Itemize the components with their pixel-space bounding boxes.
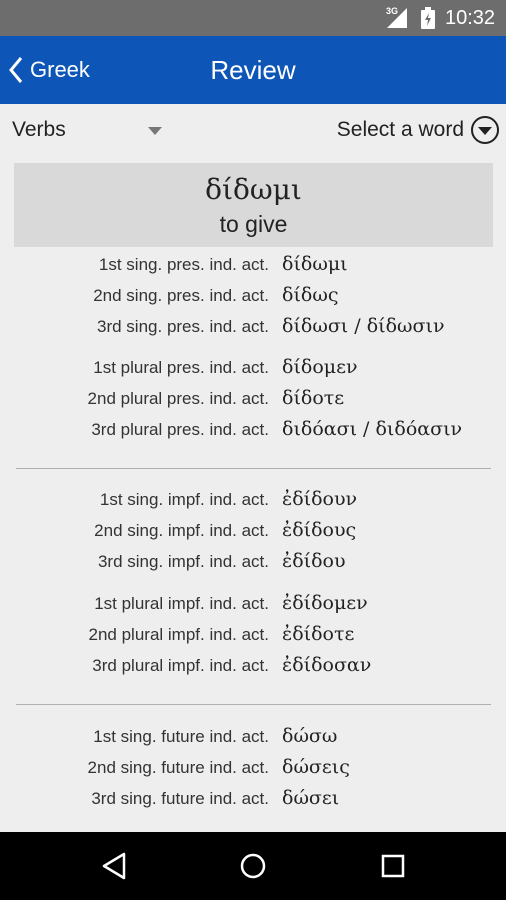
greek-form: δίδωσι / δίδωσιν	[282, 315, 445, 337]
parsing-label: 1st plural impf. ind. act.	[94, 594, 269, 613]
dropdown-arrow-icon	[148, 127, 162, 135]
clock: 10:32	[445, 7, 496, 29]
greek-form: δώσω	[282, 725, 338, 747]
word-selector-label: Select a word	[336, 118, 464, 141]
back-label: Greek	[30, 57, 90, 82]
lemma-english: to give	[219, 211, 288, 237]
recents-nav-icon[interactable]	[373, 846, 413, 886]
paradigm-list[interactable]: 1st sing. pres. ind. act. δίδωμι 2nd sin…	[0, 250, 506, 832]
paradigm-row: 1st plural pres. ind. act. δίδομεν	[0, 353, 506, 383]
parsing-label: 2nd plural pres. ind. act.	[87, 389, 269, 408]
paradigm-row: 2nd sing. pres. ind. act. δίδως	[0, 281, 506, 311]
greek-form: ἐδίδουν	[282, 488, 358, 510]
greek-form: διδόασι / διδόασιν	[282, 418, 463, 440]
paradigm-row: 3rd sing. impf. ind. act. ἐδίδου	[0, 547, 506, 577]
greek-form: δώσεις	[282, 756, 350, 778]
app-bar: Greek Review	[0, 36, 506, 104]
chevron-down-circle-icon	[471, 116, 499, 144]
greek-form: δίδωμι	[282, 253, 348, 275]
greek-form: δίδως	[282, 284, 339, 306]
greek-form: ἐδίδους	[282, 519, 357, 541]
parsing-label: 1st sing. impf. ind. act.	[99, 490, 269, 509]
greek-form: ἐδίδοτε	[282, 623, 355, 645]
parsing-label: 3rd sing. pres. ind. act.	[97, 317, 269, 336]
greek-form: ἐδίδου	[282, 550, 346, 572]
parsing-label: 1st plural pres. ind. act.	[93, 358, 269, 377]
parsing-label: 3rd plural impf. ind. act.	[92, 656, 269, 675]
paradigm-row: 3rd plural pres. ind. act. διδόασι / διδ…	[0, 415, 506, 445]
paradigm-row: 3rd plural impf. ind. act. ἐδίδοσαν	[0, 651, 506, 681]
home-nav-icon[interactable]	[233, 846, 273, 886]
paradigm-row: 2nd plural impf. ind. act. ἐδίδοτε	[0, 620, 506, 650]
back-button[interactable]: Greek	[0, 36, 110, 104]
parsing-label: 3rd sing. future ind. act.	[91, 789, 269, 808]
greek-form: δίδοτε	[282, 387, 345, 409]
system-nav-bar	[0, 832, 506, 900]
paradigm-row: 1st plural impf. ind. act. ἐδίδομεν	[0, 589, 506, 619]
parsing-label: 1st sing. future ind. act.	[93, 727, 269, 746]
battery-icon	[421, 7, 435, 29]
lemma-greek: δίδωμι	[205, 173, 302, 206]
section-divider	[16, 704, 491, 705]
word-selector[interactable]: Select a word	[337, 112, 500, 148]
greek-form: ἐδίδομεν	[282, 592, 368, 614]
section-divider	[16, 468, 491, 469]
paradigm-row: 2nd plural pres. ind. act. δίδοτε	[0, 384, 506, 414]
greek-form: ἐδίδοσαν	[282, 654, 372, 676]
paradigm-row: 1st sing. impf. ind. act. ἐδίδουν	[0, 485, 506, 515]
parsing-label: 2nd sing. future ind. act.	[87, 758, 269, 777]
paradigm-row: 2nd sing. future ind. act. δώσεις	[0, 753, 506, 783]
greek-form: δίδομεν	[282, 356, 358, 378]
greek-form: δώσει	[282, 787, 340, 809]
status-bar: 3G 10:32	[0, 0, 506, 36]
parsing-label: 2nd sing. pres. ind. act.	[93, 286, 269, 305]
signal-icon	[387, 8, 407, 28]
paradigm-row: 3rd sing. pres. ind. act. δίδωσι / δίδωσ…	[0, 312, 506, 342]
word-header: δίδωμι to give	[14, 163, 493, 247]
parsing-label: 1st sing. pres. ind. act.	[98, 255, 269, 274]
selector-row: Verbs Select a word	[0, 104, 506, 154]
category-dropdown[interactable]: Verbs	[12, 114, 172, 146]
paradigm-row: 3rd sing. future ind. act. δώσει	[0, 784, 506, 814]
parsing-label: 3rd plural pres. ind. act.	[91, 420, 269, 439]
paradigm-row: 2nd sing. impf. ind. act. ἐδίδους	[0, 516, 506, 546]
back-nav-icon[interactable]	[96, 846, 136, 886]
paradigm-row: 1st sing. future ind. act. δώσω	[0, 722, 506, 752]
parsing-label: 3rd sing. impf. ind. act.	[97, 552, 269, 571]
parsing-label: 2nd plural impf. ind. act.	[88, 625, 269, 644]
parsing-label: 2nd sing. impf. ind. act.	[94, 521, 269, 540]
category-value: Verbs	[12, 118, 66, 141]
chevron-left-icon	[9, 57, 23, 83]
paradigm-row: 1st sing. pres. ind. act. δίδωμι	[0, 250, 506, 280]
